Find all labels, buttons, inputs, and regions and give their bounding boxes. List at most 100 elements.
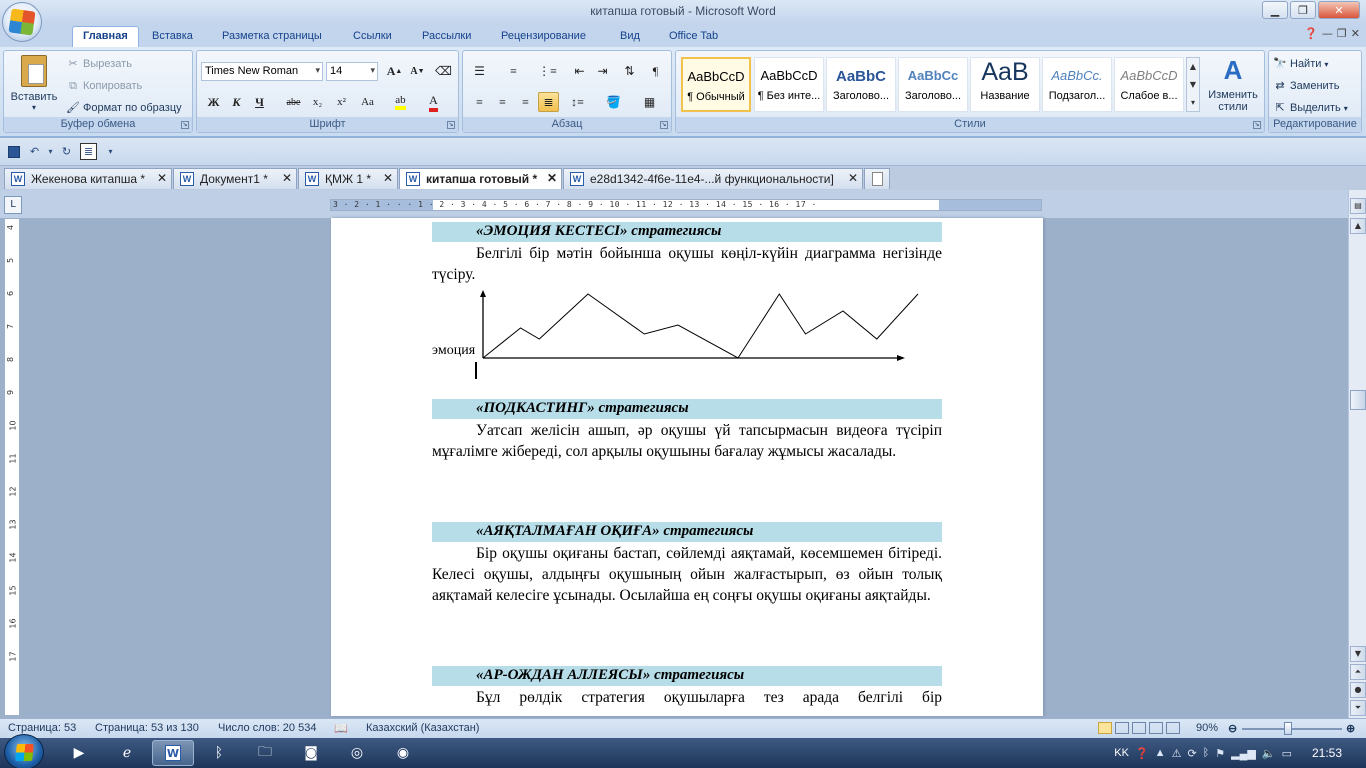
browse-object-icon[interactable]: ● <box>1350 682 1366 698</box>
close-icon[interactable]: ✕ <box>383 171 393 185</box>
vertical-scrollbar[interactable]: ▤ ▲ ▼ ⏶ ● ⏷ <box>1348 190 1366 718</box>
shrink-font-button[interactable]: A ▼ <box>407 61 428 81</box>
close-button[interactable]: ✕ <box>1318 1 1360 19</box>
save-button[interactable] <box>5 143 22 160</box>
media-player-icon[interactable]: ▶ <box>58 740 100 766</box>
style-normal[interactable]: AaBbCcD ¶ Обычный <box>681 57 751 112</box>
outline-icon[interactable] <box>1149 722 1163 734</box>
start-button[interactable] <box>4 734 44 768</box>
draft-icon[interactable] <box>1166 722 1180 734</box>
highlight-button[interactable]: ab <box>390 92 411 112</box>
tab-home[interactable]: Главная <box>72 26 139 47</box>
redo-button[interactable]: ↻ <box>58 143 75 160</box>
line-spacing-button[interactable]: ↕≡ <box>567 92 588 112</box>
underline-button[interactable]: Ч <box>249 92 270 112</box>
help-tray-icon[interactable]: ❓ <box>1135 747 1149 760</box>
format-painter-button[interactable]: 🖌 Формат по образцу <box>66 99 182 117</box>
strikethrough-button[interactable]: abe <box>283 92 304 112</box>
paragraph-dialog-launcher[interactable]: ↘ <box>660 121 668 129</box>
expand-tray-icon[interactable]: ▲ <box>1155 747 1166 759</box>
ruler-toggle-icon[interactable]: ▤ <box>1350 198 1366 214</box>
internet-explorer-icon[interactable]: ℯ <box>106 740 148 766</box>
bluetooth-icon[interactable]: ᛒ <box>198 740 240 766</box>
increase-indent-button[interactable]: ⇥ <box>592 61 613 81</box>
close-icon[interactable]: ✕ <box>848 171 858 185</box>
zoom-slider[interactable] <box>1242 728 1342 730</box>
close-icon[interactable]: ✕ <box>547 171 557 185</box>
doc-tab[interactable]: W ҚМЖ 1 * ✕ <box>298 168 398 189</box>
clock[interactable]: 21:53 <box>1312 746 1342 760</box>
doc-tab-active[interactable]: Wкитапша готовый * ✕ <box>399 168 562 189</box>
next-page-icon[interactable]: ⏷ <box>1350 700 1366 716</box>
zoom-out-icon[interactable]: ⊖ <box>1228 722 1237 735</box>
tab-selector-icon[interactable]: L <box>4 196 22 214</box>
doc-tab[interactable]: W Документ1 * ✕ <box>173 168 297 189</box>
font-size-combo[interactable]: 14 <box>326 62 378 81</box>
scroll-up-arrow[interactable]: ▲ <box>1350 218 1366 234</box>
tab-view[interactable]: Вид <box>620 27 640 47</box>
document-page[interactable]: «ЭМОЦИЯ КЕСТЕСІ» стратегиясы Белгілі бір… <box>331 218 1043 716</box>
word-taskbar-icon[interactable]: W <box>152 740 194 766</box>
office-button[interactable] <box>2 2 42 42</box>
change-styles-button[interactable]: A Изменить стили <box>1204 55 1262 115</box>
tab-insert[interactable]: Вставка <box>152 27 193 47</box>
show-marks-button[interactable]: ¶ <box>645 61 666 81</box>
numbering-button[interactable]: ≡ <box>503 61 524 81</box>
customize-qat-dropdown[interactable]: ▾ <box>102 143 119 160</box>
style-heading-2[interactable]: AaBbCc Заголово... <box>898 57 968 112</box>
style-no-spacing[interactable]: AaBbCcD ¶ Без инте... <box>754 57 824 112</box>
tab-review[interactable]: Рецензирование <box>501 27 586 47</box>
align-justify-qat-button[interactable]: ≣ <box>80 143 97 160</box>
ribbon-minimize-icon[interactable]: — <box>1322 27 1333 40</box>
reading-layout-icon[interactable] <box>1115 722 1129 734</box>
copy-button[interactable]: ⧉ Копировать <box>66 77 142 95</box>
undo-button[interactable]: ↶ <box>26 143 43 160</box>
styles-scroll[interactable]: ▲ ▼ ▾ <box>1186 57 1200 112</box>
volume-icon[interactable]: 🔈 <box>1262 747 1276 760</box>
status-page-of[interactable]: Страница: 53 из 130 <box>95 722 199 734</box>
styles-dialog-launcher[interactable]: ↘ <box>1253 121 1261 129</box>
input-language[interactable]: KK <box>1114 747 1129 759</box>
ribbon-close-icon[interactable]: ✕ <box>1351 27 1360 40</box>
superscript-button[interactable]: x² <box>331 92 352 112</box>
status-language[interactable]: Казахский (Казахстан) <box>366 722 479 734</box>
zoom-level[interactable]: 90% <box>1196 722 1218 734</box>
undo-dropdown[interactable]: ▾ <box>42 143 59 160</box>
close-icon[interactable]: ✕ <box>157 171 167 185</box>
web-layout-icon[interactable] <box>1132 722 1146 734</box>
minimize-button[interactable]: ▁ <box>1262 1 1288 19</box>
tab-office-tab[interactable]: Office Tab <box>669 27 718 47</box>
zoom-in-icon[interactable]: ⊕ <box>1346 722 1355 735</box>
align-center-button[interactable]: ≡ <box>492 92 513 112</box>
status-page[interactable]: Страница: 53 <box>8 722 76 734</box>
scroll-down-arrow[interactable]: ▼ <box>1350 646 1366 662</box>
font-color-button[interactable]: A <box>423 92 444 112</box>
bullets-button[interactable]: ☰ <box>469 61 490 81</box>
close-icon[interactable]: ✕ <box>282 171 292 185</box>
status-word-count[interactable]: Число слов: 20 534 <box>218 722 316 734</box>
sort-button[interactable]: ⇅ <box>619 61 640 81</box>
clipboard-dialog-launcher[interactable]: ↘ <box>181 121 189 129</box>
print-layout-icon[interactable] <box>1098 722 1112 734</box>
tab-references[interactable]: Ссылки <box>353 27 392 47</box>
chat-app-icon[interactable]: ◎ <box>336 740 378 766</box>
doc-tab[interactable]: W Жекенова китапша * ✕ <box>4 168 172 189</box>
tab-page-layout[interactable]: Разметка страницы <box>222 27 322 47</box>
vertical-ruler[interactable]: 4 5 6 7 8 9 10 11 12 13 14 15 16 17 <box>4 218 20 716</box>
style-heading-1[interactable]: AaBbC Заголово... <box>826 57 896 112</box>
tab-mailings[interactable]: Рассылки <box>422 27 471 47</box>
select-button[interactable]: ⇱ Выделить ▾ <box>1273 99 1347 117</box>
style-subtitle[interactable]: AaBbCc. Подзагол... <box>1042 57 1112 112</box>
paste-button[interactable]: Вставить ▾ <box>8 53 60 115</box>
scroll-thumb[interactable] <box>1350 390 1366 410</box>
previous-page-icon[interactable]: ⏶ <box>1350 664 1366 680</box>
ruler-strip[interactable]: 3 · 2 · 1 · · · 1 · 2 · 3 · 4 · 5 · 6 · … <box>330 199 1042 211</box>
action-center-icon[interactable]: ⚑ <box>1215 747 1225 760</box>
justify-button[interactable]: ≣ <box>538 92 559 112</box>
presentation-app-icon[interactable]: ◙ <box>290 740 332 766</box>
find-button[interactable]: 🔭 Найти ▾ <box>1273 55 1328 73</box>
align-left-button[interactable]: ≡ <box>469 92 490 112</box>
update-icon[interactable]: ⟳ <box>1187 747 1196 760</box>
bold-button[interactable]: Ж <box>203 92 224 112</box>
ribbon-restore-icon[interactable]: ❐ <box>1337 27 1347 40</box>
